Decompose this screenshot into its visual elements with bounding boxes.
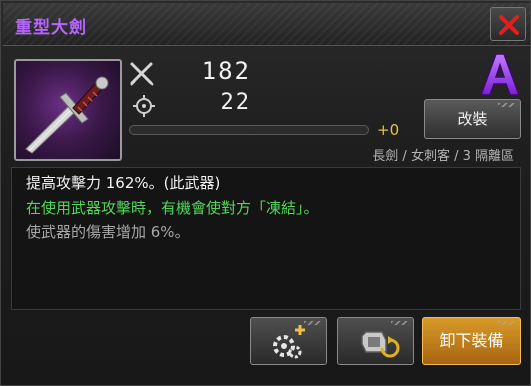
description-line: 使武器的傷害增加 6%。 — [26, 223, 190, 241]
remodel-button[interactable]: 改裝 — [424, 99, 521, 139]
unequip-button[interactable]: 卸下裝備 — [422, 317, 521, 365]
item-icon-frame[interactable] — [14, 59, 122, 161]
enhance-progress-bar — [129, 125, 369, 135]
remodel-label: 改裝 — [457, 110, 488, 128]
unequip-label: 卸下裝備 — [439, 331, 504, 350]
close-button[interactable] — [490, 7, 526, 41]
crosshair-icon — [133, 95, 155, 117]
window-header: 重型大劍 — [3, 3, 530, 46]
add-gem-button[interactable] — [250, 317, 327, 365]
enhance-level: +0 — [377, 121, 400, 139]
item-detail-window: 重型大劍 182 22 A +0 改裝 長劍 / 女刺客 / 3 隔離區 提高攻… — [0, 0, 531, 386]
swap-gem-button[interactable] — [337, 317, 414, 365]
gem-swap-icon — [361, 331, 400, 358]
close-x-icon — [499, 15, 519, 35]
description-line: 提高攻擊力 162%。(此武器) — [26, 174, 221, 192]
accuracy-value: 22 — [220, 90, 251, 115]
item-title: 重型大劍 — [15, 18, 87, 38]
gear-plus-icon — [273, 325, 305, 359]
crossed-swords-icon — [130, 62, 154, 86]
greatsword-icon — [25, 76, 109, 154]
effect-line: 在使用武器攻擊時，有機會使對方「凍結」。 — [26, 199, 319, 217]
class-info: 長劍 / 女刺客 / 3 隔離區 — [372, 149, 514, 164]
attack-value: 182 — [201, 57, 251, 85]
grade-letter: A — [515, 59, 516, 62]
grade-a-badge: A — [479, 53, 521, 96]
description-box: 提高攻擊力 162%。(此武器) 在使用武器攻擊時，有機會使對方「凍結」。 使武… — [11, 167, 521, 310]
